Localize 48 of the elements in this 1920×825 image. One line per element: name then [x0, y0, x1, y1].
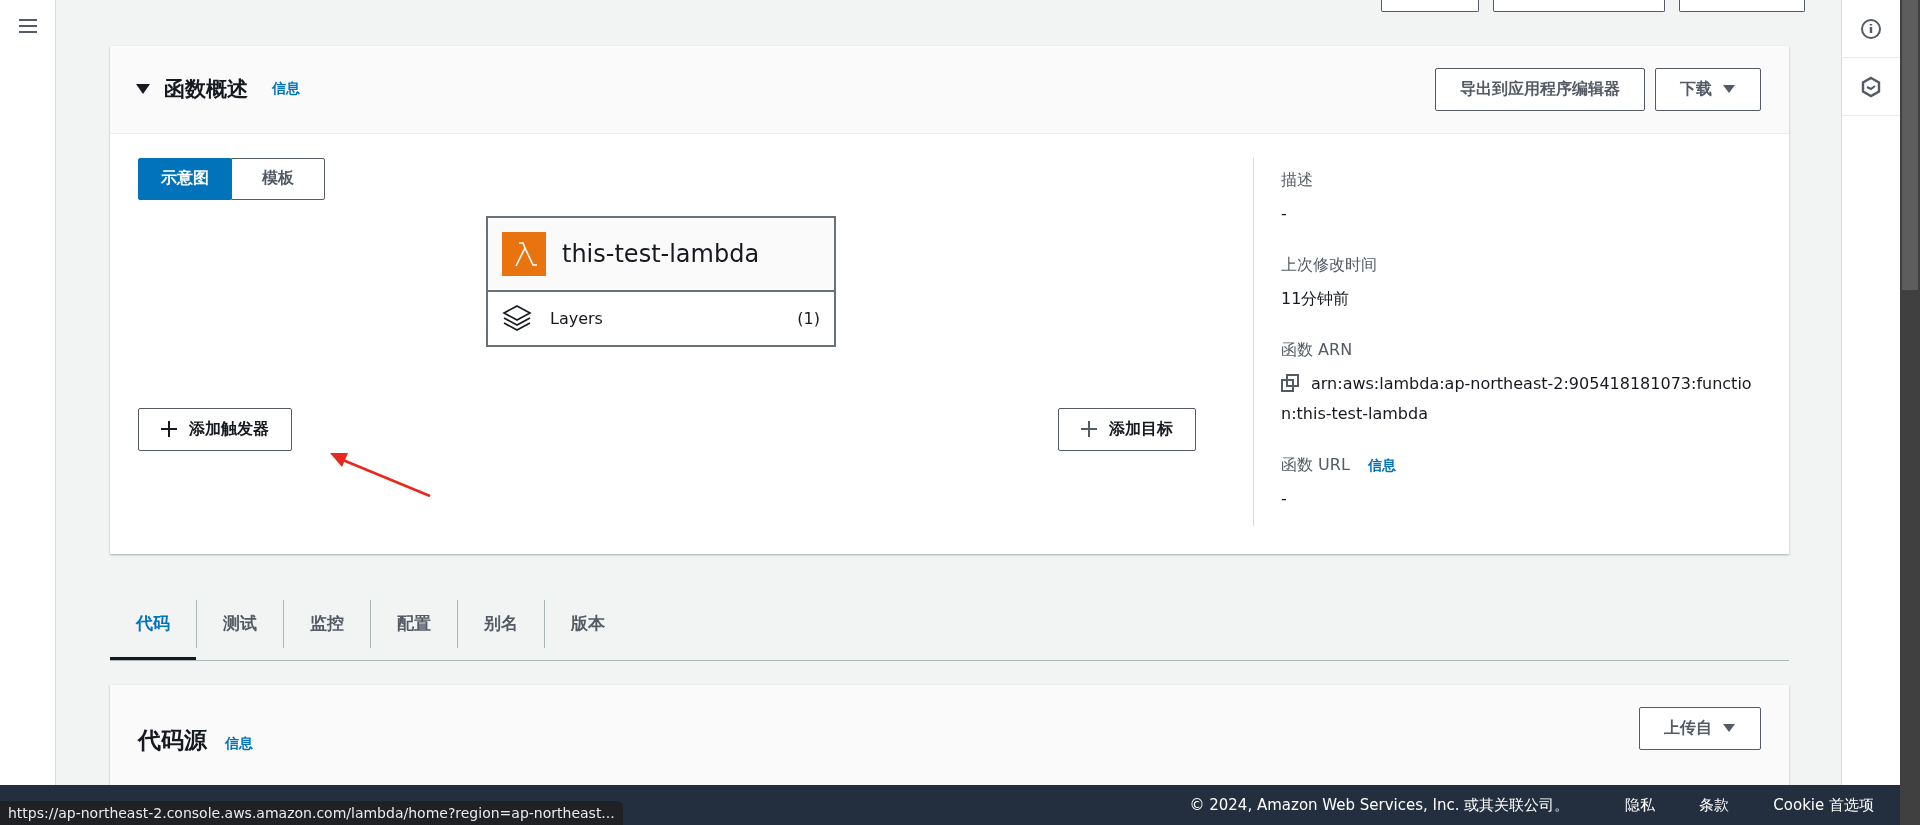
info-icon[interactable] [1860, 17, 1882, 40]
detail-label: 函数 ARN [1281, 339, 1353, 361]
info-link[interactable]: 信息 [1367, 456, 1396, 475]
layers-icon [502, 304, 532, 333]
function-name: this-test-lambda [562, 239, 760, 268]
upload-button[interactable]: 上传自 [1639, 706, 1761, 750]
plus-icon [1081, 421, 1097, 438]
info-link[interactable]: 信息 [225, 734, 253, 753]
detail-value: - [1281, 487, 1288, 510]
tab[interactable]: 监控 [284, 589, 370, 660]
detail-value: - [1281, 202, 1288, 225]
view-toggle-button[interactable]: 模板 [231, 157, 325, 200]
footer-link[interactable]: 条款 [1699, 795, 1730, 815]
export-button[interactable]: 导出到应用程序编辑器 [1435, 67, 1645, 111]
button-edge[interactable] [1381, 0, 1479, 12]
view-toggle-button[interactable]: 示意图 [138, 157, 231, 200]
tab[interactable]: 测试 [197, 589, 283, 660]
hexagon-icon[interactable] [1860, 75, 1882, 98]
caret-icon [1722, 723, 1736, 734]
arn-value: arn:aws:lambda:ap-northeast-2:905418181073:function:this-test-lambda [1281, 372, 1753, 425]
scrollbar[interactable] [1900, 0, 1920, 825]
tab[interactable]: 别名 [458, 589, 544, 660]
layers-count: (1) [797, 308, 820, 328]
add-trigger-button[interactable]: 添加触发器 [138, 407, 292, 451]
button-edge[interactable] [1679, 0, 1805, 12]
caret-icon [1722, 84, 1736, 95]
add-target-button[interactable]: 添加目标 [1058, 407, 1196, 451]
tab[interactable]: 版本 [545, 589, 631, 660]
detail-label: 上次修改时间 [1281, 254, 1377, 276]
footer-link[interactable]: 隐私 [1625, 795, 1656, 815]
panel-title: 代码源 [138, 725, 207, 755]
button-edge[interactable] [1493, 0, 1665, 12]
panel-title: 函数概述 [164, 76, 248, 104]
detail-value: 11分钟前 [1281, 287, 1351, 310]
layers-label: Layers [550, 308, 603, 328]
menu-icon[interactable] [17, 18, 38, 34]
footer-link[interactable]: Cookie 首选项 [1773, 795, 1874, 815]
plus-icon [161, 421, 177, 438]
status-url-tooltip: https://ap-northeast-2.console.aws.amazon.com/lambda/home?region=ap-northeast... [0, 801, 623, 825]
download-button[interactable]: 下载 [1655, 67, 1761, 111]
lambda-icon [502, 231, 546, 276]
detail-label: 描述 [1281, 169, 1313, 191]
tab[interactable]: 配置 [371, 589, 457, 660]
collapse-icon[interactable] [136, 83, 150, 96]
copyright-text: © 2024, Amazon Web Services, Inc. 或其关联公司。 [1189, 795, 1570, 815]
copy-icon[interactable] [1281, 373, 1299, 392]
info-link[interactable]: 信息 [272, 80, 300, 99]
detail-label: 函数 URL [1281, 454, 1350, 476]
